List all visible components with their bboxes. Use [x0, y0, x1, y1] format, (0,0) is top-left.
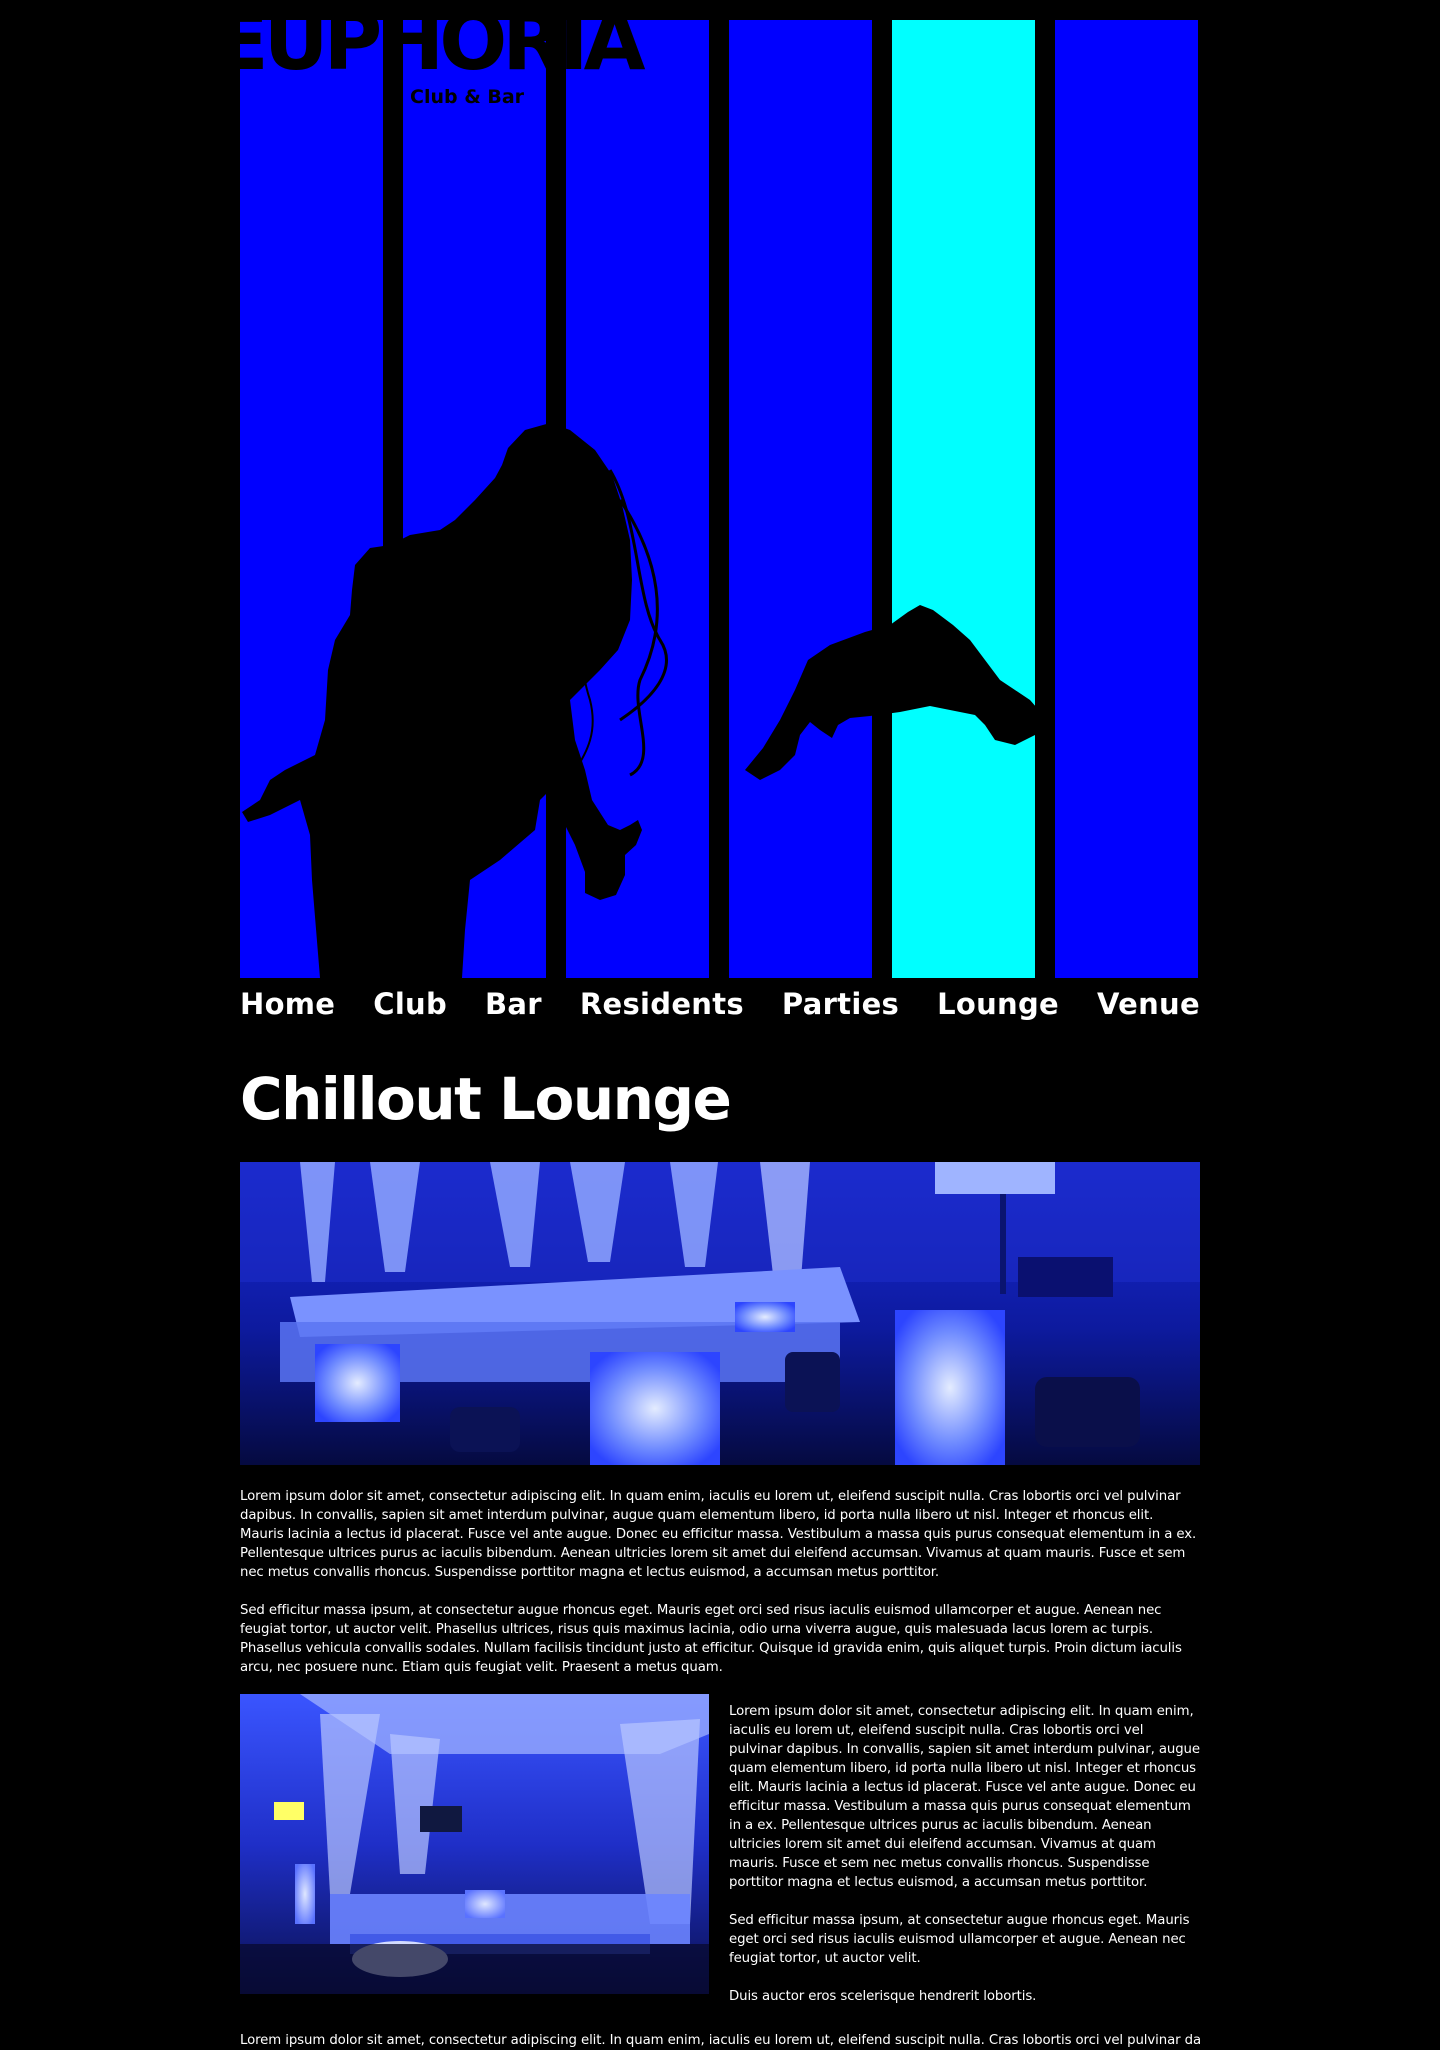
nav-item-bar[interactable]: Bar [485, 987, 542, 1021]
page-title: Chillout Lounge [240, 1065, 732, 1133]
nav-item-club[interactable]: Club [373, 987, 447, 1021]
intro-paragraph-1: Lorem ipsum dolor sit amet, consectetur … [240, 1489, 1197, 1580]
dancers-silhouette-icon [242, 423, 1037, 978]
tent-photo [240, 1694, 709, 1994]
lounge-photo-icon [240, 1162, 1200, 1465]
footer-paragraph: Lorem ipsum dolor sit amet, consectetur … [240, 2033, 1200, 2048]
lounge-photo [240, 1162, 1200, 1465]
nav-item-lounge[interactable]: Lounge [937, 987, 1059, 1021]
feature-paragraph-3: Duis auctor eros scelerisque hendrerit l… [729, 1989, 1037, 2004]
feature-split: Lorem ipsum dolor sit amet, consectetur … [240, 1694, 1200, 2025]
tent-photo-icon [240, 1694, 709, 1994]
nav-item-home[interactable]: Home [240, 987, 335, 1021]
page: EUPHORIA Club & Bar Home Club Bar Reside… [240, 0, 1200, 2050]
intro-paragraph-2: Sed efficitur massa ipsum, at consectetu… [240, 1603, 1182, 1675]
nav-item-venue[interactable]: Venue [1097, 987, 1200, 1021]
nav-item-parties[interactable]: Parties [782, 987, 899, 1021]
feature-paragraph-1: Lorem ipsum dolor sit amet, consectetur … [729, 1704, 1200, 1890]
main-nav: Home Club Bar Residents Parties Lounge V… [240, 980, 1200, 1028]
feature-paragraph-2: Sed efficitur massa ipsum, at consectetu… [729, 1913, 1190, 1966]
nav-item-residents[interactable]: Residents [580, 987, 744, 1021]
hero-banner: EUPHORIA Club & Bar [240, 0, 1200, 978]
feature-text: Lorem ipsum dolor sit amet, consectetur … [729, 1694, 1200, 2025]
